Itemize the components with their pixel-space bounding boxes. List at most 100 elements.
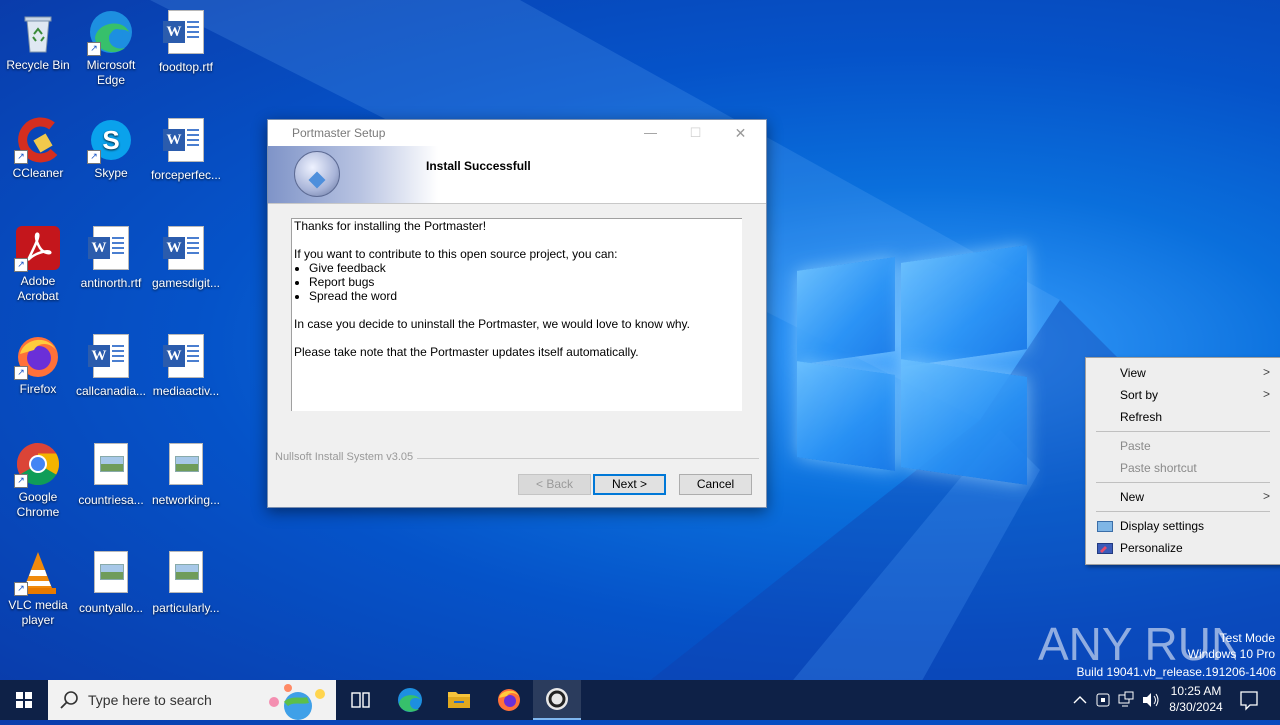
edge-icon <box>398 688 422 712</box>
taskbar-file-explorer[interactable] <box>435 680 483 720</box>
menu-item-label: New <box>1120 490 1145 504</box>
portmaster-icon <box>546 688 568 710</box>
chevron-up-icon <box>1073 696 1087 704</box>
desktop-icon-mediaactiv[interactable]: W mediaactiv... <box>148 332 224 399</box>
desktop-icon-antinorth[interactable]: W antinorth.rtf <box>73 224 149 291</box>
desktop-icon-countriesa[interactable]: countriesa... <box>73 440 149 508</box>
maximize-button: ☐ <box>689 125 702 140</box>
taskbar-portmaster-installer[interactable] <box>533 680 581 720</box>
desktop-icon-particularly[interactable]: particularly... <box>148 548 224 616</box>
title-bar[interactable]: Portmaster Setup — ☐ ✕ <box>268 120 766 146</box>
show-hidden-icons-button[interactable] <box>1068 680 1092 720</box>
desktop-icon-vlc[interactable]: ↗ VLC media player <box>0 548 76 628</box>
chevron-right-icon: > <box>1262 387 1270 401</box>
desktop-icon-callcanadia[interactable]: W callcanadia... <box>73 332 149 399</box>
menu-separator <box>1096 431 1270 432</box>
menu-item-paste-shortcut: Paste shortcut <box>1120 461 1197 475</box>
installer-icon <box>294 151 340 197</box>
tray-app-button[interactable] <box>1093 680 1113 720</box>
menu-item-new[interactable]: New <box>1120 490 1144 504</box>
vlc-icon: ↗ <box>14 548 62 596</box>
minimize-button[interactable]: — <box>628 120 673 146</box>
chevron-right-icon: > <box>1262 489 1270 503</box>
taskbar-edge[interactable] <box>386 680 434 720</box>
folder-icon <box>448 692 470 708</box>
menu-item-refresh[interactable]: Refresh <box>1120 410 1162 424</box>
display-settings-icon <box>1097 521 1113 533</box>
clock-button[interactable]: 10:25 AM 8/30/2024 <box>1163 680 1229 720</box>
icon-label: foodtop.rtf <box>158 60 214 74</box>
image-file-icon <box>169 551 203 593</box>
desktop-icon-networking[interactable]: networking... <box>148 440 224 508</box>
desktop-icon-foodtop[interactable]: W foodtop.rtf <box>148 8 224 75</box>
svg-text:S: S <box>102 125 119 155</box>
update-note-text: Please take note that the Portmaster upd… <box>294 345 639 359</box>
icon-label: Google Chrome <box>16 490 60 519</box>
start-button[interactable] <box>0 680 48 720</box>
icon-label: gamesdigit... <box>151 276 221 290</box>
desktop-icon-forceperfec[interactable]: W forceperfec... <box>148 116 224 183</box>
nsis-branding: Nullsoft Install System v3.05 <box>275 451 759 463</box>
portmaster-setup-dialog: Portmaster Setup — ☐ ✕ Install Successfu… <box>267 119 767 508</box>
menu-item-label: Sort by <box>1120 388 1159 402</box>
word-document-icon: W <box>163 118 204 162</box>
desktop-icon-skype[interactable]: S ↗ Skype <box>73 116 149 181</box>
desktop-icon-countyallo[interactable]: countyallo... <box>73 548 149 616</box>
taskbar-firefox[interactable] <box>485 680 533 720</box>
next-button[interactable]: Next > <box>593 474 666 495</box>
menu-item-paste: Paste <box>1120 439 1151 453</box>
back-button: < Back <box>518 474 591 495</box>
task-view-icon <box>351 692 370 708</box>
desktop-icon-firefox[interactable]: ↗ Firefox <box>0 332 76 397</box>
search-icon <box>60 691 78 709</box>
volume-button[interactable] <box>1139 680 1161 720</box>
close-button[interactable]: ✕ <box>718 120 763 146</box>
icon-label: particularly... <box>152 601 220 615</box>
desktop-icon-ccleaner[interactable]: ↗ CCleaner <box>0 116 76 181</box>
taskbar-search-box[interactable]: Type here to search <box>48 680 336 720</box>
menu-item-label: Display settings <box>1120 519 1205 533</box>
desktop-icon-google-chrome[interactable]: ↗ Google Chrome <box>0 440 76 520</box>
cancel-button[interactable]: Cancel <box>679 474 752 495</box>
list-item: Report bugs <box>309 275 742 289</box>
icon-label: callcanadia... <box>75 384 147 398</box>
menu-item-label: Personalize <box>1120 541 1183 555</box>
notification-icon <box>1240 691 1258 711</box>
menu-item-personalize[interactable]: Personalize <box>1120 541 1183 555</box>
window-title: Portmaster Setup <box>292 126 386 140</box>
icon-label: Skype <box>94 166 128 180</box>
word-document-icon: W <box>163 226 204 270</box>
icon-label: mediaactiv... <box>152 384 220 398</box>
menu-item-display-settings[interactable]: Display settings <box>1120 519 1204 533</box>
recycle-bin-icon <box>14 8 62 56</box>
firefox-icon <box>498 689 520 711</box>
image-file-icon <box>94 551 128 593</box>
notifications-button[interactable] <box>1234 680 1264 720</box>
contribute-list: Give feedback Report bugs Spread the wor… <box>292 261 742 303</box>
skype-icon: S ↗ <box>87 116 135 164</box>
desktop-icon-recycle-bin[interactable]: Recycle Bin <box>0 8 76 73</box>
search-highlight-icon <box>269 684 325 720</box>
network-button[interactable] <box>1116 680 1136 720</box>
desktop-icon-gamesdigit[interactable]: W gamesdigit... <box>148 224 224 291</box>
menu-item-sort-by[interactable]: Sort by <box>1120 388 1158 402</box>
icon-label: VLC media player <box>8 598 68 627</box>
desktop-icon-adobe-acrobat[interactable]: ↗ Adobe Acrobat <box>0 224 76 304</box>
image-file-icon <box>169 443 203 485</box>
test-mode-label: Test Mode <box>1219 631 1275 645</box>
icon-label: networking... <box>151 493 221 507</box>
desktop-icon-microsoft-edge[interactable]: ↗ Microsoft Edge <box>73 8 149 88</box>
word-document-icon: W <box>163 334 204 378</box>
task-view-button[interactable] <box>336 680 384 720</box>
build-label: Build 19041.vb_release.191206-1406 <box>1076 665 1277 679</box>
search-placeholder: Type here to search <box>88 692 212 708</box>
personalize-icon <box>1097 543 1113 555</box>
word-document-icon: W <box>163 10 204 54</box>
info-textbox[interactable]: Thanks for installing the Portmaster! If… <box>291 218 742 411</box>
icon-label: antinorth.rtf <box>80 276 142 290</box>
icon-label: Firefox <box>19 382 57 396</box>
speaker-icon <box>1143 693 1159 707</box>
acrobat-icon: ↗ <box>14 224 62 272</box>
menu-item-view[interactable]: View <box>1120 366 1270 380</box>
windows-start-icon <box>16 692 32 708</box>
